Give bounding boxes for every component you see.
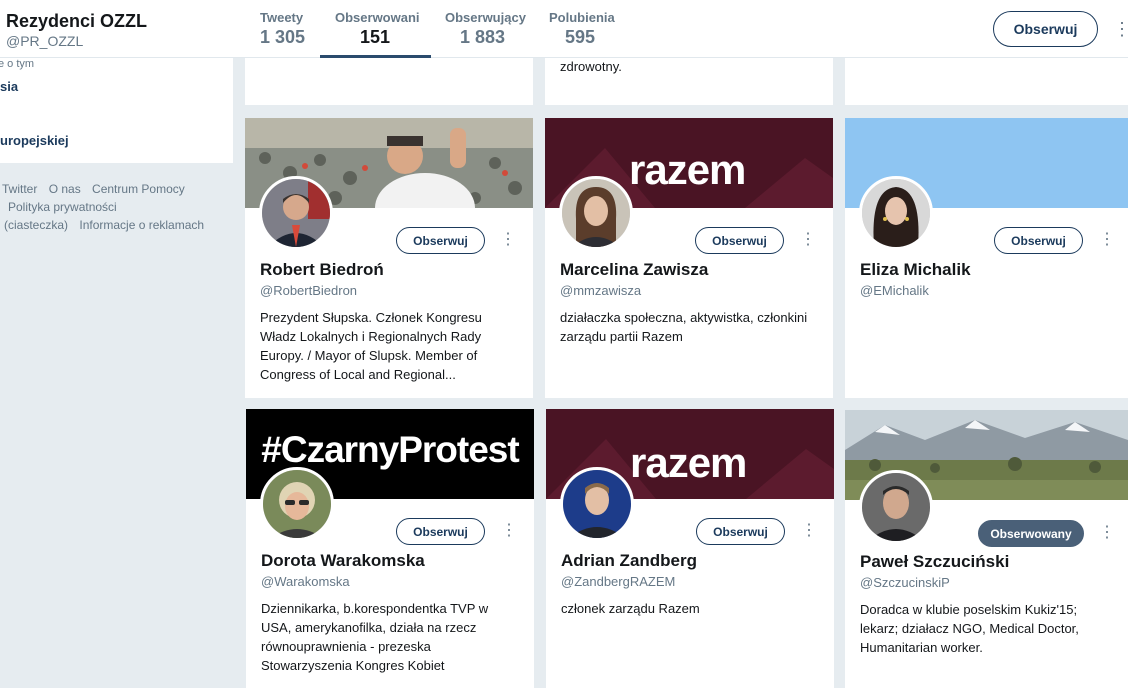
sidebar-panel: e o tym sia uropejskiej [0,58,233,163]
footer-link-twitter[interactable]: Twitter [2,182,37,196]
card-partial [845,58,1128,105]
avatar[interactable] [859,470,933,544]
card-partial: zdrowotny. [545,58,833,105]
stat-value: 151 [359,27,391,47]
stat-value: 1 305 [260,27,306,47]
user-bio: Doradca w klubie poselskim Kukiz'15; lek… [860,602,1079,655]
avatar[interactable] [259,176,333,250]
stat-following[interactable]: Obserwowani 151 [335,10,420,48]
footer-link-about[interactable]: O nas [49,182,81,196]
user-name[interactable]: Adrian Zandberg [561,551,697,571]
user-name[interactable]: Marcelina Zawisza [560,260,708,280]
user-card[interactable]: razem Obserwuj ⋮ Adrian Zandberg @Zandbe… [546,409,834,688]
sidebar-link[interactable]: uropejskiej [0,133,69,148]
stat-tweets[interactable]: Tweety 1 305 [260,10,305,48]
follow-button[interactable]: Obserwuj [396,227,485,254]
more-vertical-icon[interactable]: ⋮ [800,230,816,250]
user-card[interactable]: #CzarnyProtest Obserwuj ⋮ Dorota Warakom… [246,409,534,688]
follow-button[interactable]: Obserwuj [696,518,785,545]
banner-text: #CzarnyProtest [261,429,519,470]
sidebar-link[interactable]: sia [0,79,18,94]
profile-header-bar: Rezydenci OZZL @PR_OZZL Tweety 1 305 Obs… [0,0,1128,58]
footer-link-ads-info[interactable]: Informacje o reklamach [79,218,204,232]
user-name[interactable]: Paweł Szczuciński [860,552,1009,572]
stat-likes[interactable]: Polubienia 595 [549,10,615,48]
user-card[interactable]: Obserwowany ⋮ Paweł Szczuciński @Szczuci… [845,410,1128,688]
user-name[interactable]: Dorota Warakomska [261,551,425,571]
follow-button[interactable]: Obserwuj [695,227,784,254]
active-tab-indicator [320,55,431,58]
more-vertical-icon[interactable]: ⋮ [801,521,817,541]
footer-link-help[interactable]: Centrum Pomocy [92,182,185,196]
more-vertical-icon[interactable]: ⋮ [500,230,516,250]
user-name[interactable]: Eliza Michalik [860,260,971,280]
follow-button[interactable]: Obserwuj [993,11,1098,47]
avatar[interactable] [560,467,634,541]
sidebar-small-text: e o tym [0,58,35,70]
user-card[interactable]: razem Obserwuj ⋮ Marcelina Zawisza @mmza… [545,118,833,398]
user-handle: @EMichalik [860,283,929,298]
follow-button[interactable]: Obserwuj [994,227,1083,254]
banner-text: razem [630,439,747,486]
user-handle: @Warakomska [261,574,350,589]
footer-link-privacy[interactable]: Polityka prywatności [8,200,117,214]
follow-button[interactable]: Obserwuj [396,518,485,545]
avatar[interactable] [559,176,633,250]
avatar[interactable] [260,467,334,541]
user-handle: @SzczucinskiP [860,575,950,590]
footer-link-cookies[interactable]: (ciasteczka) [4,218,68,232]
stat-value: 1 883 [460,27,506,47]
user-bio: Prezydent Słupska. Członek Kongresu Wład… [260,310,482,382]
profile-handle: @PR_OZZL [6,33,84,49]
more-vertical-icon[interactable]: ⋮ [1113,17,1128,41]
more-vertical-icon[interactable]: ⋮ [1099,523,1115,543]
user-bio: Dziennikarka, b.korespondentka TVP w USA… [261,601,489,673]
more-vertical-icon[interactable]: ⋮ [501,521,517,541]
user-handle: @RobertBiedron [260,283,358,298]
profile-name[interactable]: Rezydenci OZZL [6,11,147,32]
user-handle: @mmzawisza [560,283,642,298]
following-button[interactable]: Obserwowany [978,520,1084,547]
stat-label: Tweety [260,10,304,25]
user-bio: działaczka społeczna, aktywistka, członk… [560,310,808,344]
card-partial [245,58,533,105]
user-bio: członek zarządu Razem [561,601,700,616]
stat-label: Obserwujący [445,10,526,25]
stat-label: Polubienia [549,10,615,25]
user-name[interactable]: Robert Biedroń [260,260,384,280]
user-card[interactable]: Obserwuj ⋮ Robert Biedroń @RobertBiedron… [245,118,533,398]
user-card[interactable]: Obserwuj ⋮ Eliza Michalik @EMichalik [845,118,1128,398]
more-vertical-icon[interactable]: ⋮ [1099,230,1115,250]
stat-followers[interactable]: Obserwujący 1 883 [445,10,526,48]
banner-text: razem [629,146,746,193]
stat-value: 595 [565,27,596,47]
avatar[interactable] [859,176,933,250]
stat-label: Obserwowani [335,10,420,25]
user-handle: @ZandbergRAZEM [561,574,676,589]
footer-links: Twitter O nas Centrum Pomocy Polityka pr… [0,180,233,234]
card-bio: zdrowotny. [560,59,622,74]
